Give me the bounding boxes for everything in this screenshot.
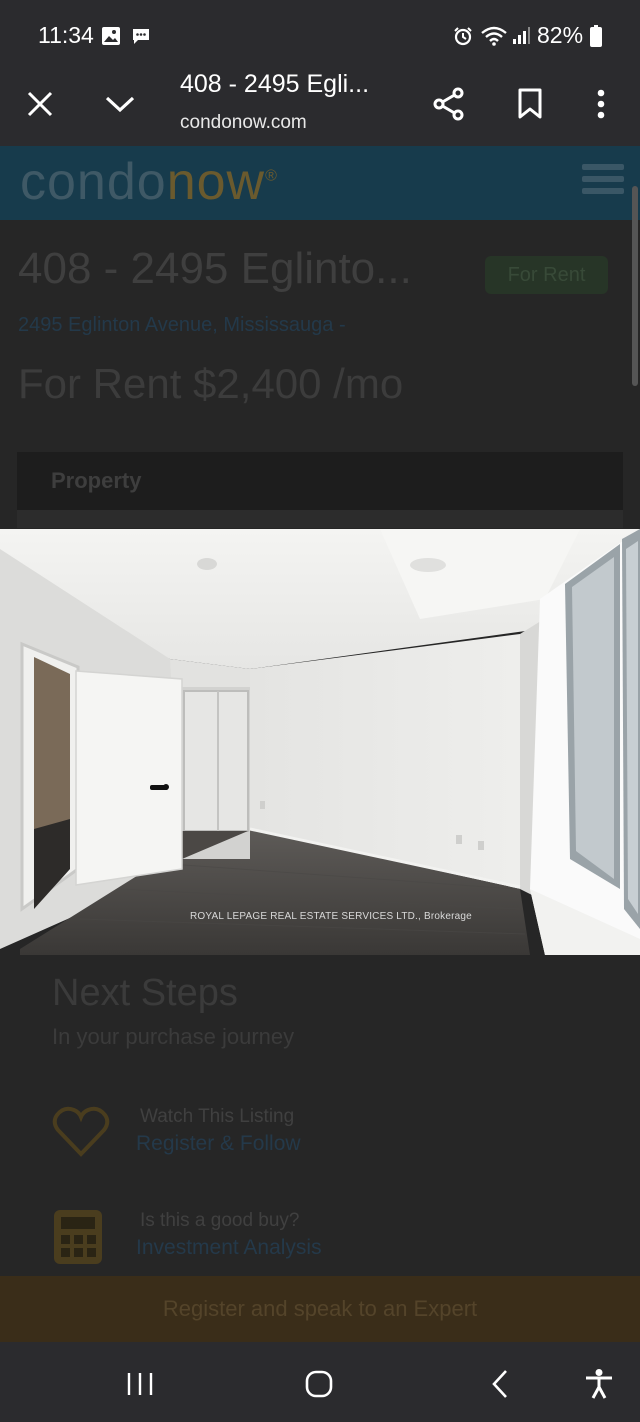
step-investment[interactable]: Is this a good buy? Investment Analysis xyxy=(52,1208,572,1272)
site-logo[interactable]: condonow® xyxy=(20,152,278,212)
more-vert-icon[interactable] xyxy=(579,82,623,126)
accessibility-icon[interactable] xyxy=(577,1362,621,1406)
back-icon[interactable] xyxy=(478,1362,522,1406)
system-nav-bar xyxy=(0,1342,640,1422)
tab-property[interactable]: Property xyxy=(51,468,141,494)
home-icon[interactable] xyxy=(297,1362,341,1406)
status-bar: 11:34 82% xyxy=(0,0,640,64)
listing-price: For Rent $2,400 /mo xyxy=(18,360,404,407)
listing-title: 408 - 2495 Eglinto... xyxy=(18,244,412,293)
step-watch-listing[interactable]: Watch This Listing Register & Follow xyxy=(52,1104,572,1168)
calculator-icon xyxy=(52,1208,108,1264)
alarm-icon xyxy=(453,26,473,51)
photo-watermark: ROYAL LEPAGE REAL ESTATE SERVICES LTD., … xyxy=(190,911,472,922)
menu-icon[interactable] xyxy=(582,164,624,200)
heart-icon xyxy=(52,1104,110,1160)
status-time: 11:34 xyxy=(38,22,94,48)
register-expert-button[interactable]: Register and speak to an Expert xyxy=(0,1276,640,1342)
battery-percent: 82% xyxy=(537,22,584,48)
close-icon[interactable] xyxy=(18,82,62,126)
recents-icon[interactable] xyxy=(118,1362,162,1406)
signal-icon xyxy=(511,26,531,51)
property-tab-bar: Property xyxy=(17,452,623,510)
listing-address[interactable]: 2495 Eglinton Avenue, Mississauga - xyxy=(18,314,346,337)
photo-strip xyxy=(17,510,623,528)
chevron-down-icon[interactable] xyxy=(98,82,142,126)
page-title: 408 - 2495 Egli... xyxy=(180,70,370,98)
site-header: condonow® xyxy=(0,146,640,220)
wifi-icon xyxy=(480,26,508,51)
investment-analysis-link[interactable]: Investment Analysis xyxy=(136,1236,322,1260)
register-follow-link[interactable]: Register & Follow xyxy=(136,1132,301,1156)
custom-tab-toolbar: 408 - 2495 Egli... condonow.com xyxy=(0,64,640,146)
gallery-icon xyxy=(101,26,121,51)
message-icon xyxy=(131,26,151,51)
step-label: Is this a good buy? xyxy=(140,1210,300,1231)
listing-photo[interactable]: ROYAL LEPAGE REAL ESTATE SERVICES LTD., … xyxy=(0,529,640,955)
step-label: Watch This Listing xyxy=(140,1106,295,1127)
bookmark-icon[interactable] xyxy=(508,82,552,126)
share-icon[interactable] xyxy=(427,82,471,126)
next-steps-subtitle: In your purchase journey xyxy=(52,1024,295,1049)
status-badge: For Rent xyxy=(485,256,608,294)
battery-icon xyxy=(590,25,602,52)
page-scrollbar[interactable] xyxy=(632,186,638,386)
next-steps-title: Next Steps xyxy=(52,972,238,1014)
page-url: condonow.com xyxy=(180,112,307,133)
